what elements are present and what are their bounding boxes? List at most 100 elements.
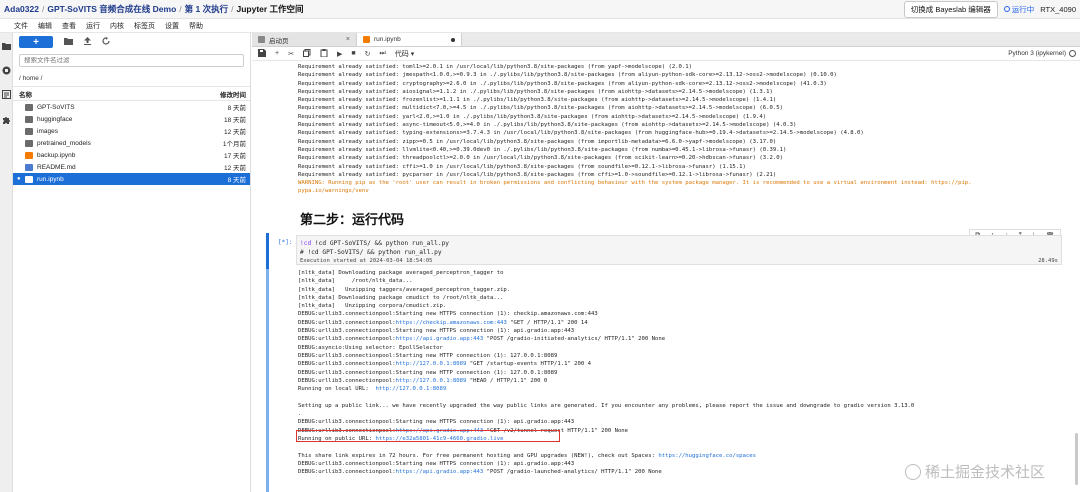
watermark-text: 稀土掘金技术社区 [925,464,1046,481]
cell-execution-prompt: [*]: [278,239,293,246]
tab-run-notebook-label: run.ipynb [374,36,401,43]
output-line: DEBUG:asyncio:Using selector: EpollSelec… [298,344,443,351]
output-line: This share link expires in 72 hours. For… [298,452,757,459]
file-modified: 18 天前 [223,117,246,124]
output-link[interactable]: http://127.0.0.1:8089 [396,378,467,384]
output-line: Requirement already satisfied: typing-ex… [298,130,864,137]
launcher-icon [258,36,265,43]
output-line: DEBUG:urllib3.connectionpool:Starting ne… [298,328,575,335]
file-name: images [37,127,58,135]
output-line: DEBUG:urllib3.connectionpool:Starting ne… [298,419,575,426]
output-link[interactable]: https://huggingface.co/spaces [658,453,756,459]
file-row[interactable]: ● run.ipynb 8 天前 [13,173,250,185]
activity-rail [0,33,13,492]
kernel-status-icon [1069,50,1076,57]
breadcrumb-separator: / [41,4,45,14]
command-palette-icon[interactable] [1,89,11,99]
output-line: [nltk_data] /root/nltk_data... [298,278,413,285]
file-row[interactable]: GPT-SoVITS 8 天前 [13,101,250,113]
running-kernels-icon[interactable] [1,65,11,75]
output-link[interactable]: http://127.0.0.1:8089 [396,361,467,367]
fast-forward-icon[interactable]: ⏭ [379,50,385,58]
file-search-field[interactable] [19,54,244,67]
output-line: [nltk_data] Unzipping taggers/averaged_p… [298,286,511,293]
file-row[interactable]: huggingface 18 天前 [13,113,250,125]
execution-duration: 28.49s [1038,257,1058,264]
new-folder-icon[interactable] [64,37,73,47]
copy-icon[interactable] [302,48,311,59]
add-cell-icon[interactable]: + [275,50,279,57]
menu-file[interactable]: 文件 [14,21,28,31]
file-browser-path[interactable]: / home / [13,70,250,87]
kernel-indicator[interactable]: Python 3 (ipykernel) [1008,50,1080,57]
output-line: Requirement already satisfied: multidict… [298,105,783,112]
upload-icon[interactable] [84,37,91,47]
menu-edit[interactable]: 编辑 [38,21,52,31]
tab-launcher[interactable]: 启动页 × [252,33,357,46]
output-line: DEBUG:urllib3.connectionpool:Starting ne… [298,311,598,318]
output-line: DEBUG:urllib3.connectionpool:http://127.… [298,377,548,384]
file-browser: + / home / 名称 修改时间 GPT-SoVITS8 天前hugging… [13,33,251,492]
warning-line: WARNING: Running pip as the 'root' user … [298,180,972,187]
output-line: DEBUG:urllib3.connectionpool:https://che… [298,319,588,326]
output-line: Requirement already satisfied: threadpoo… [298,155,783,162]
output-line: Setting up a public link... we have rece… [298,402,915,409]
stop-icon[interactable]: ■ [351,50,355,57]
scrollbar[interactable] [1075,433,1078,485]
close-icon[interactable]: × [346,36,350,43]
output-line: Requirement already satisfied: toml1>=2.… [298,64,693,70]
cell-type-select[interactable]: 代码 ▾ [395,49,415,59]
menu-tabs[interactable]: 标签页 [134,21,155,31]
menu-kernel[interactable]: 内核 [110,21,124,31]
file-modified: 8 天前 [227,177,246,184]
column-name-header[interactable]: 名称 [19,89,32,99]
file-row[interactable]: pretrained_models 1个月前 [13,137,250,149]
run-output: [nltk_data] Downloading package averaged… [298,269,1058,492]
menu-view[interactable]: 查看 [62,21,76,31]
output-line: DEBUG:urllib3.connectionpool:Starting ne… [298,352,558,359]
tab-run-notebook[interactable]: run.ipynb [357,33,462,46]
output-line: Requirement already satisfied: zipp>=0.5… [298,138,777,145]
paste-icon[interactable] [320,48,328,59]
file-row[interactable]: README.md 12 天前 [13,161,250,173]
file-row[interactable]: backup.ipynb 17 天前 [13,149,250,161]
breadcrumb-project[interactable]: GPT-SoVITS 音频合成在线 Demo [47,3,176,15]
output-line: DEBUG:urllib3.connectionpool:http://127.… [298,361,592,368]
breadcrumb-run[interactable]: 第 1 次执行 [185,3,228,15]
output-link[interactable]: https://api.gradio.app:443 [396,469,484,475]
output-link[interactable]: http://127.0.0.1:8089 [375,386,446,392]
output-link[interactable]: https://api.gradio.app:443 [396,336,484,342]
extensions-icon[interactable] [1,115,11,125]
column-modified-header[interactable]: 修改时间 [220,89,246,99]
running-status: 运行中 [1003,4,1035,15]
file-search-input[interactable] [24,57,224,64]
gpu-label: RTX_4090 [1040,4,1076,14]
run-icon[interactable]: ▶ [337,50,342,58]
running-status-label: 运行中 [1011,4,1035,14]
file-name: README.md [37,163,76,171]
file-name: pretrained_models [37,139,91,147]
menu-help[interactable]: 帮助 [189,21,203,31]
watermark: 稀土掘金技术社区 [905,461,1045,482]
file-row[interactable]: images 12 天前 [13,125,250,137]
menu-bar: 文件 编辑 查看 运行 内核 标签页 设置 帮助 [0,19,1080,33]
output-collapse-bar[interactable] [266,269,269,492]
cut-icon[interactable]: ✂ [288,50,294,58]
breadcrumb-separator: / [231,4,234,14]
unsaved-dot-icon[interactable] [451,37,455,42]
new-launcher-button[interactable]: + [19,36,53,48]
file-name: run.ipynb [37,175,64,183]
folder-icon[interactable] [1,41,11,51]
output-line: Running on local URL: http://127.0.0.1:8… [298,386,447,393]
restart-icon[interactable]: ↻ [365,50,371,58]
switch-editor-button[interactable]: 切换成 Bayeslab 编辑器 [903,0,998,18]
breadcrumb-user[interactable]: Ada0322 [4,4,39,14]
output-line: Requirement already satisfied: llvmlite<… [298,146,787,153]
output-line: DEBUG:urllib3.connectionpool:https://api… [298,336,666,343]
refresh-icon[interactable] [102,37,110,47]
output-line: Requirement already satisfied: cryptogra… [298,80,827,87]
menu-run[interactable]: 运行 [86,21,100,31]
save-icon[interactable] [258,48,266,59]
output-link[interactable]: https://checkip.amazonaws.com:443 [396,320,507,326]
menu-settings[interactable]: 设置 [165,21,179,31]
